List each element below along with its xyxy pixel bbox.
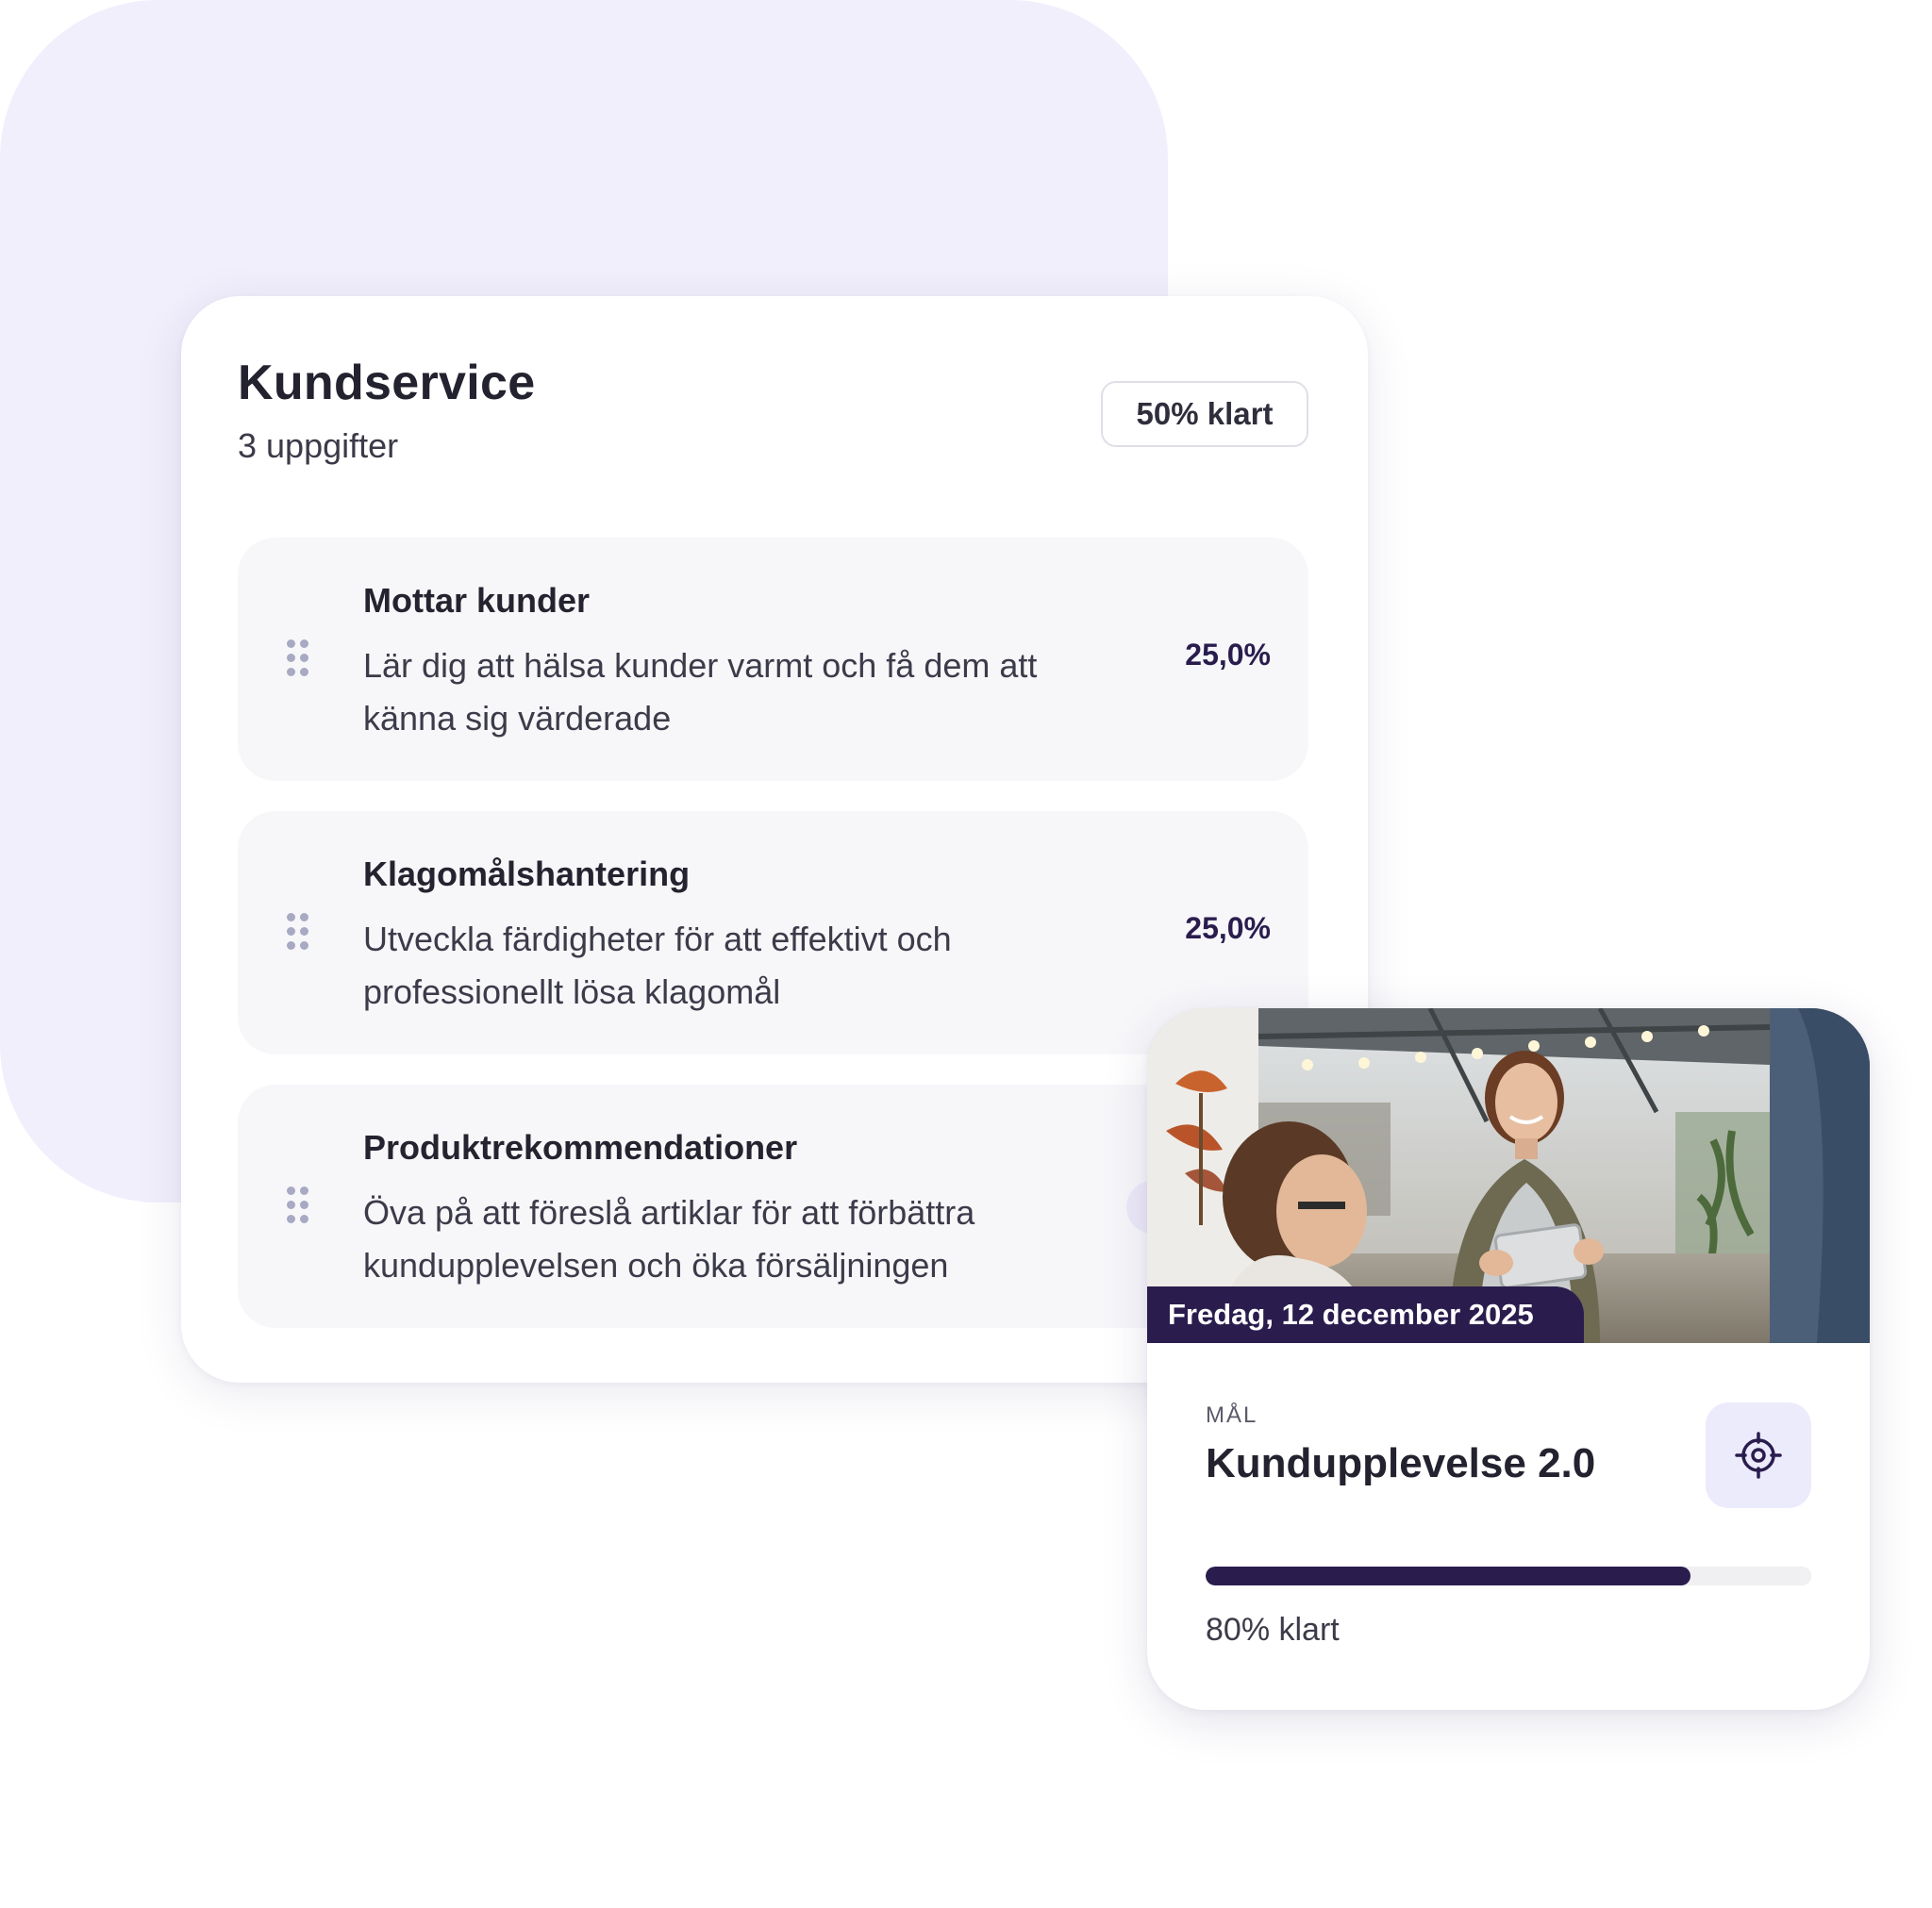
goal-eyebrow: MÅL [1206,1402,1258,1428]
drag-handle-icon[interactable] [287,639,309,677]
task-item-percent: 25,0% [1185,638,1271,672]
goal-card[interactable]: Fredag, 12 december 2025 MÅL Kunduppleve… [1147,1008,1870,1710]
task-item-description: Lär dig att hälsa kunder varmt och få de… [363,646,1038,738]
goal-progress-fill [1206,1567,1690,1585]
progress-badge: 50% klart [1101,381,1308,447]
goal-title: Kundupplevelse 2.0 [1206,1440,1596,1486]
task-item-title: Mottar kunder [363,581,591,620]
goal-progress-label: 80% klart [1206,1612,1340,1648]
drag-handle-icon[interactable] [287,913,309,951]
task-item-title: Klagomålshantering [363,854,691,893]
target-button[interactable] [1706,1402,1811,1508]
goal-progress-bar [1206,1567,1811,1585]
task-item-percent: 25,0% [1185,911,1271,945]
goal-photo: Fredag, 12 december 2025 [1147,1008,1870,1343]
drag-handle-icon[interactable] [287,1186,309,1224]
task-item-description: Öva på att föreslå artiklar för att förb… [363,1193,975,1285]
task-item-title: Produktrekommendationer [363,1128,798,1167]
date-chip: Fredag, 12 december 2025 [1147,1286,1584,1343]
task-count: 3 uppgifter [238,426,399,465]
card-title: Kundservice [238,356,536,410]
task-item-mottar-kunder[interactable]: Mottar kunder Lär dig att hälsa kunder v… [238,538,1308,781]
task-item-description: Utveckla färdigheter för att effektivt o… [363,920,952,1011]
target-icon [1735,1432,1782,1479]
